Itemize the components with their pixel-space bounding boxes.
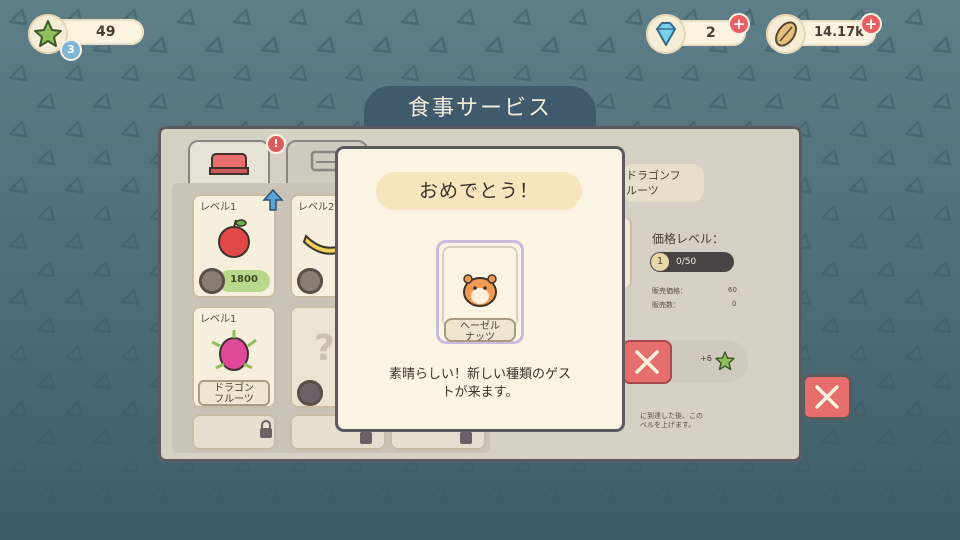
sell-price-value: 60 [728, 286, 737, 294]
card-level-label: レベル1 [200, 202, 237, 213]
question-mark-icon: ? [314, 328, 335, 369]
card-level-label: レベル1 [200, 314, 237, 325]
lock-icon [460, 432, 472, 444]
sold-count-label: 販売数： [652, 301, 680, 309]
seed-coin-icon [199, 268, 225, 294]
add-seeds-button[interactable]: + [860, 13, 882, 35]
tab-food[interactable] [188, 140, 270, 188]
detail-item-name: ドラゴンフ ルーツ [622, 164, 704, 202]
gems-value: 2 [706, 25, 716, 41]
add-gems-button[interactable]: + [728, 13, 750, 35]
seed-coin-icon [297, 268, 323, 294]
food-cart-icon [209, 153, 249, 175]
price-progress-text: 0/50 [676, 257, 697, 267]
lock-icon [360, 432, 372, 444]
price-level-bar: 1 0/50 [650, 252, 734, 272]
guest-portrait-frame [442, 246, 518, 328]
card-level-label: レベル2 [298, 202, 335, 213]
dialog-title: おめでとう！ [376, 172, 582, 210]
stars-value: 49 [96, 24, 116, 40]
seeds-value: 14.17k [814, 25, 864, 40]
up-arrow-icon [262, 188, 284, 211]
sell-price-label: 販売価格： [652, 287, 687, 295]
close-icon [815, 385, 839, 409]
price-level-value: 1 [651, 253, 669, 271]
star-coin-icon [297, 380, 323, 406]
card-name-label: ドラゴン フルーツ [198, 380, 270, 406]
detail-close-button[interactable] [622, 340, 672, 384]
alert-badge: ! [266, 134, 286, 154]
reward-value: +6 [700, 354, 712, 363]
lock-icon [260, 420, 272, 438]
dialog-message: 素晴らしい！新しい種類のゲス トが来ます。 [388, 367, 571, 400]
card-price: 1800 [218, 270, 270, 292]
dragon-fruit-icon [211, 330, 257, 371]
apple-icon [218, 219, 250, 258]
star-icon [715, 351, 735, 371]
upgrade-reward: +6 [660, 340, 748, 382]
hamster-icon [463, 274, 497, 307]
upgrade-note: に到達した後、この ベルを上げます。 [640, 412, 703, 429]
sunflower-seed-icon [766, 14, 806, 54]
diamond-icon [646, 14, 686, 54]
close-icon [635, 350, 659, 374]
price-level-label: 価格レベル： [652, 232, 725, 246]
player-level-badge: 3 [60, 39, 82, 61]
guest-name: ヘーゼル ナッツ [444, 318, 516, 343]
sold-count-value: 0 [732, 300, 737, 308]
panel-close-button[interactable] [802, 374, 852, 420]
detail-image-frame [622, 218, 632, 288]
